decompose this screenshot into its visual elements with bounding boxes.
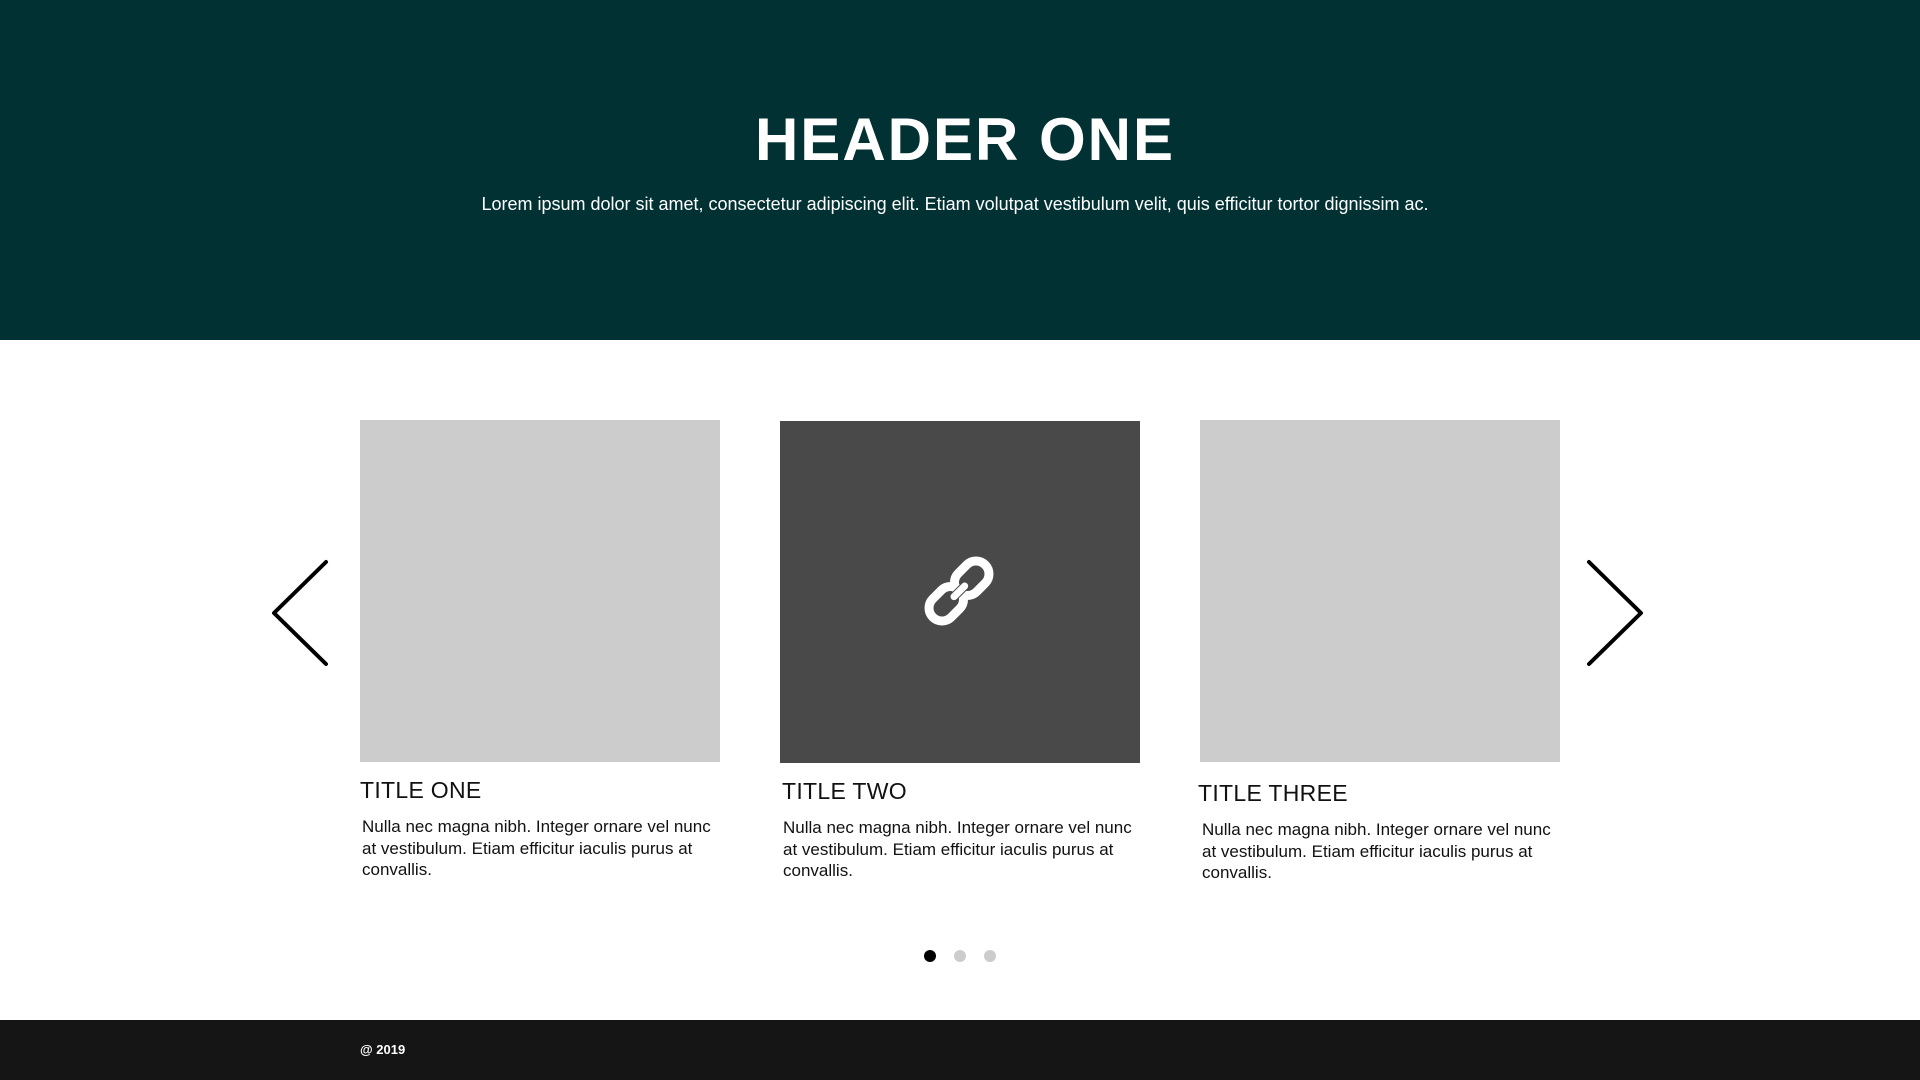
card-image-placeholder[interactable] (780, 421, 1140, 763)
carousel-pagination (0, 950, 1920, 962)
card-description: Nulla nec magna nibh. Integer ornare vel… (362, 817, 711, 879)
card-carousel: TITLE ONE Nulla nec magna nibh. Integer … (0, 340, 1920, 1020)
card-image-placeholder[interactable] (1200, 420, 1560, 762)
chevron-right-icon (1587, 560, 1643, 666)
card-title: TITLE TWO (782, 778, 907, 804)
card-title: TITLE ONE (360, 777, 482, 803)
pagination-dot-2[interactable] (954, 950, 966, 962)
link-icon (924, 556, 994, 626)
card-image-placeholder[interactable] (360, 420, 720, 762)
hero-subtitle: Lorem ipsum dolor sit amet, consectetur … (481, 194, 1429, 214)
card-title: TITLE THREE (1198, 780, 1348, 806)
card-description: Nulla nec magna nibh. Integer ornare vel… (783, 818, 1132, 880)
pagination-dot-3[interactable] (984, 950, 996, 962)
chevron-left-icon (272, 560, 328, 666)
carousel-prev-button[interactable] (270, 558, 330, 668)
pagination-dot-1[interactable] (924, 950, 936, 962)
page: HEADER ONE Lorem ipsum dolor sit amet, c… (0, 0, 1920, 1080)
carousel-card-hovered[interactable]: TITLE TWO Nulla nec magna nibh. Integer … (780, 421, 1140, 882)
footer: @ 2019 (0, 1020, 1920, 1080)
copyright-text: @ 2019 (360, 1042, 406, 1057)
page-title: HEADER ONE (754, 106, 1176, 173)
card-description: Nulla nec magna nibh. Integer ornare vel… (1202, 820, 1551, 882)
hero-header: HEADER ONE Lorem ipsum dolor sit amet, c… (0, 0, 1920, 340)
carousel-card[interactable]: TITLE THREE Nulla nec magna nibh. Intege… (1198, 420, 1560, 884)
carousel-next-button[interactable] (1585, 558, 1645, 668)
carousel-card[interactable]: TITLE ONE Nulla nec magna nibh. Integer … (360, 420, 720, 881)
